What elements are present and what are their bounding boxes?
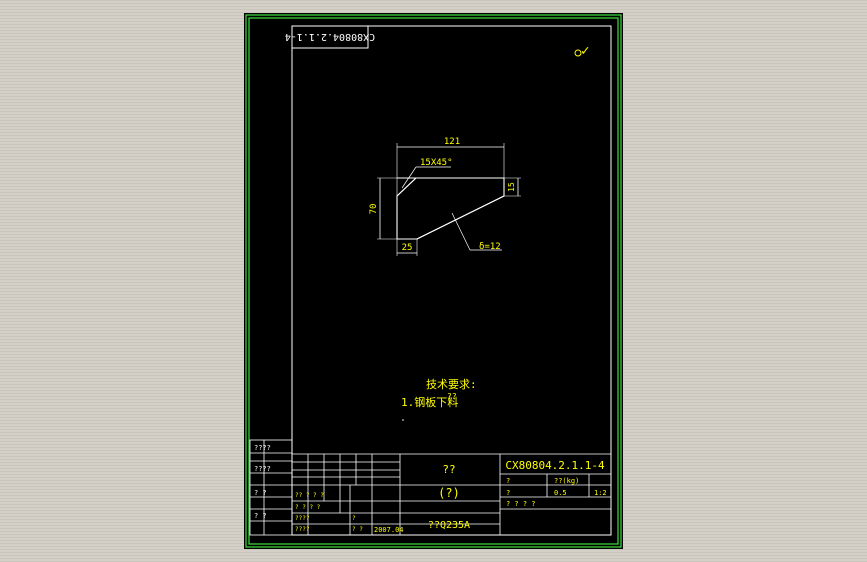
tech-req-heading: 技术要求: bbox=[426, 378, 477, 391]
left-cell-2: ???? bbox=[254, 465, 271, 473]
weight-header: ??(kg) bbox=[554, 477, 579, 485]
row-b: ? ? ? ? bbox=[295, 504, 321, 511]
left-cell-1: ???? bbox=[254, 444, 271, 452]
cad-drawing: CX80804.2.1.1-4 ✓ 121 15X45° 70 15 25 δ=… bbox=[245, 14, 622, 548]
title-drawing-number: CX80804.2.1.1-4 bbox=[505, 459, 605, 472]
part-name-sub: (?) bbox=[438, 486, 460, 500]
part-profile bbox=[396, 177, 505, 240]
row-e: ? bbox=[352, 515, 356, 522]
weight-value: 0.5 bbox=[554, 489, 567, 497]
dim-right-label: 15 bbox=[507, 182, 516, 192]
thickness-label: δ=12 bbox=[479, 242, 501, 252]
stage-mark-2: ? bbox=[506, 489, 510, 497]
part-name: ?? bbox=[442, 463, 455, 476]
dim-width-label: 121 bbox=[444, 137, 460, 147]
drawing-sheet: CX80804.2.1.1-4 ✓ 121 15X45° 70 15 25 δ=… bbox=[244, 13, 623, 549]
sheet-info: ? ? ? ? bbox=[506, 500, 536, 508]
note-dot bbox=[402, 419, 404, 421]
row-f: ? ? bbox=[352, 526, 363, 533]
date: 2007.04 bbox=[374, 526, 404, 534]
stage-mark: ? bbox=[506, 477, 510, 485]
row-a: ?? ? ? ? bbox=[295, 492, 324, 499]
row-c: ???? bbox=[295, 515, 310, 522]
left-cell-4: ? ? bbox=[254, 512, 267, 520]
note-overlap-text: ?? bbox=[447, 392, 457, 401]
row-d: ???? bbox=[295, 526, 310, 533]
left-cell-3: ? ? bbox=[254, 489, 267, 497]
scale-value: 1:2 bbox=[594, 489, 607, 497]
dim-bottom-label: 25 bbox=[402, 243, 413, 253]
left-margin-table bbox=[249, 439, 293, 536]
dim-chamfer-label: 15X45° bbox=[420, 158, 453, 168]
surface-roughness-symbol: ✓ bbox=[581, 43, 589, 59]
part-outline bbox=[396, 177, 505, 240]
thickness-leader bbox=[451, 212, 471, 251]
material: ??Q235A bbox=[428, 520, 470, 531]
rotated-drawing-number: CX80804.2.1.1-4 bbox=[285, 31, 375, 42]
dim-height-label: 70 bbox=[369, 204, 379, 215]
